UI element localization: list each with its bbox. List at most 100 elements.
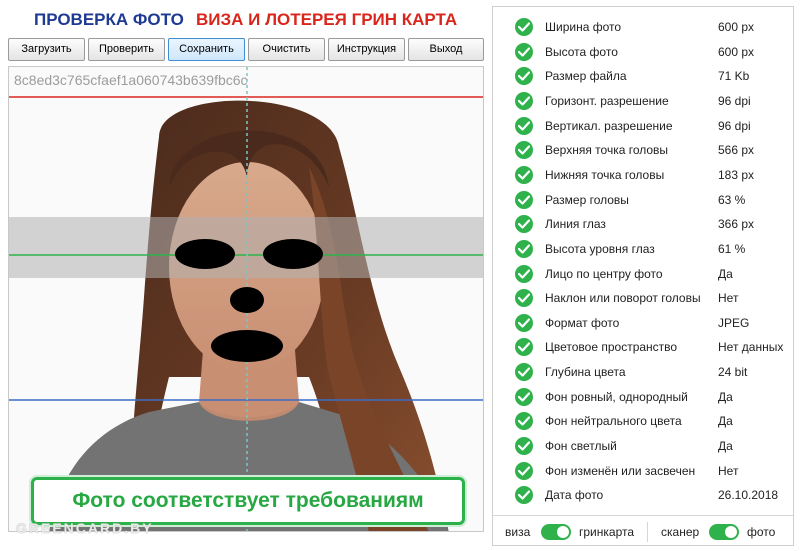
checkmark-icon bbox=[515, 264, 533, 283]
check-value: Нет bbox=[718, 463, 739, 478]
check-row: Формат фото JPEG bbox=[493, 311, 793, 336]
checkmark-icon bbox=[515, 141, 533, 160]
check-value: Да bbox=[718, 266, 733, 281]
app-title-photo-check: ПРОВЕРКА ФОТО bbox=[34, 10, 184, 29]
instructions-button[interactable]: Инструкция bbox=[328, 38, 405, 61]
check-row: Размер головы 63 % bbox=[493, 188, 793, 213]
check-row: Высота фото 600 px bbox=[493, 40, 793, 65]
check-value: 600 px bbox=[718, 20, 755, 34]
check-row: Цветовое пространство Нет данных bbox=[493, 335, 793, 360]
checkmark-icon bbox=[515, 363, 533, 382]
check-value: 600 px bbox=[718, 44, 755, 59]
checkmark-icon bbox=[515, 42, 533, 61]
checkmark-icon bbox=[515, 289, 533, 308]
checkmark-icon bbox=[515, 116, 533, 135]
check-value: Да bbox=[718, 439, 733, 454]
checkmark-icon bbox=[515, 239, 533, 258]
check-label: Фон ровный, однородный bbox=[545, 389, 688, 404]
checkmark-icon bbox=[515, 338, 533, 357]
check-label: Нижняя точка головы bbox=[545, 167, 665, 182]
photo-preview[interactable]: 8c8ed3c765cfaef1a060743b639fbc6c Фото со… bbox=[8, 66, 484, 532]
checkmark-icon bbox=[515, 387, 533, 406]
toggle-knob bbox=[725, 526, 737, 538]
check-value: 96 dpi bbox=[718, 118, 751, 133]
check-row: Верхняя точка головы 566 px bbox=[493, 138, 793, 163]
check-label: Формат фото bbox=[545, 315, 620, 330]
check-label: Высота уровня глаз bbox=[545, 241, 655, 256]
checkmark-icon bbox=[515, 486, 533, 505]
save-button[interactable]: Сохранить bbox=[168, 38, 245, 61]
visa-label: виза bbox=[505, 525, 531, 539]
check-value: 26.10.2018 bbox=[718, 488, 779, 503]
clear-button[interactable]: Очистить bbox=[248, 38, 325, 61]
check-value: Нет bbox=[718, 291, 739, 306]
check-value: 63 % bbox=[718, 192, 746, 207]
check-label: Фон нейтрального цвета bbox=[545, 414, 682, 429]
check-row: Лицо по центру фото Да bbox=[493, 262, 793, 287]
checkmark-icon bbox=[515, 215, 533, 234]
check-label: Размер файла bbox=[545, 69, 627, 84]
check-row: Нижняя точка головы 183 px bbox=[493, 163, 793, 188]
check-row: Линия глаз 366 px bbox=[493, 212, 793, 237]
check-label: Наклон или поворот головы bbox=[545, 291, 701, 306]
site-watermark: GREENCARD.BY bbox=[16, 520, 154, 536]
panel-footer: виза гринкарта сканер фото bbox=[493, 515, 793, 545]
check-row: Наклон или поворот головы Нет bbox=[493, 286, 793, 311]
check-label: Вертикал. разрешение bbox=[545, 118, 673, 133]
photo-hash: 8c8ed3c765cfaef1a060743b639fbc6c bbox=[14, 72, 248, 88]
check-label: Фон изменён или засвечен bbox=[545, 463, 696, 478]
check-value: Да bbox=[718, 389, 733, 404]
check-row: Фон нейтрального цвета Да bbox=[493, 409, 793, 434]
check-value: 71 Kb bbox=[718, 69, 750, 84]
scanner-label: сканер bbox=[661, 525, 700, 539]
exit-button[interactable]: Выход bbox=[408, 38, 484, 61]
footer-divider bbox=[647, 522, 648, 542]
check-row: Ширина фото 600 px bbox=[493, 15, 793, 40]
load-button[interactable]: Загрузить bbox=[8, 38, 85, 61]
checkmark-icon bbox=[515, 190, 533, 209]
check-row: Размер файла 71 Kb bbox=[493, 64, 793, 89]
scanner-photo-toggle[interactable] bbox=[709, 524, 739, 540]
check-value: Да bbox=[718, 414, 733, 429]
check-label: Горизонт. разрешение bbox=[545, 93, 669, 108]
check-row: Глубина цвета 24 bit bbox=[493, 360, 793, 385]
check-label: Высота фото bbox=[545, 44, 618, 59]
checkmark-icon bbox=[515, 437, 533, 456]
portrait-photo bbox=[9, 67, 483, 531]
check-row: Вертикал. разрешение 96 dpi bbox=[493, 114, 793, 139]
check-row: Фон изменён или засвечен Нет bbox=[493, 459, 793, 484]
photo-label: фото bbox=[747, 525, 776, 539]
checkmark-icon bbox=[515, 91, 533, 110]
checkmark-icon bbox=[515, 412, 533, 431]
check-button[interactable]: Проверить bbox=[88, 38, 165, 61]
check-row: Высота уровня глаз 61 % bbox=[493, 237, 793, 262]
check-label: Размер головы bbox=[545, 192, 629, 207]
check-value: Нет данных bbox=[718, 340, 784, 355]
check-row: Фон светлый Да bbox=[493, 434, 793, 459]
check-row: Горизонт. разрешение 96 dpi bbox=[493, 89, 793, 114]
check-value: 366 px bbox=[718, 217, 755, 232]
check-label: Ширина фото bbox=[545, 20, 622, 34]
greencard-label: гринкарта bbox=[579, 525, 635, 539]
check-value: 96 dpi bbox=[718, 93, 751, 108]
checks-panel: Ширина фото 600 px Высота фото 600 px Размер… bbox=[492, 6, 794, 546]
visa-greencard-toggle[interactable] bbox=[541, 524, 571, 540]
check-label: Дата фото bbox=[545, 488, 604, 503]
check-value: 61 % bbox=[718, 241, 746, 256]
checkmark-icon bbox=[515, 313, 533, 332]
app-title-visa-lottery: ВИЗА И ЛОТЕРЕЯ ГРИН КАРТА bbox=[196, 10, 458, 29]
check-label: Верхняя точка головы bbox=[545, 143, 669, 158]
toggle-knob bbox=[557, 526, 569, 538]
checkmark-icon bbox=[515, 18, 533, 36]
check-value: 566 px bbox=[718, 143, 755, 158]
status-banner: Фото соответствует требованиям bbox=[31, 477, 465, 525]
check-value: JPEG bbox=[718, 315, 750, 330]
check-label: Цветовое пространство bbox=[545, 340, 678, 355]
app-header: ПРОВЕРКА ФОТО ВИЗА И ЛОТЕРЕЯ ГРИН КАРТА bbox=[0, 0, 490, 36]
checkmark-icon bbox=[515, 67, 533, 86]
check-row: Дата фото 26.10.2018 bbox=[493, 483, 793, 508]
toolbar: Загрузить Проверить Сохранить Очистить И… bbox=[8, 38, 484, 62]
check-label: Фон светлый bbox=[545, 439, 617, 454]
check-row: Фон ровный, однородный Да bbox=[493, 385, 793, 410]
checkmark-icon bbox=[515, 165, 533, 184]
